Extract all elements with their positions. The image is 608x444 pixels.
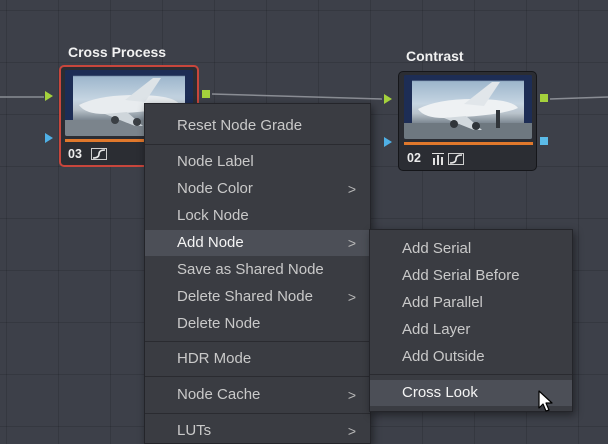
menu-item-node-color[interactable]: Node Color > [145, 176, 370, 202]
node-thumbnail [404, 75, 532, 139]
menu-item-label: Add Serial Before [402, 267, 520, 284]
curve-icon [448, 153, 464, 168]
menu-separator [145, 341, 370, 342]
node-title-cross-process: Cross Process [68, 44, 167, 60]
menu-item-label: Save as Shared Node [177, 261, 324, 278]
add-node-submenu: Add Serial Add Serial Before Add Paralle… [369, 229, 573, 412]
node-editor-canvas[interactable]: Cross Process 03 Contrast 02 Reset Node … [0, 0, 608, 444]
menu-item-hdr-mode[interactable]: HDR Mode [145, 346, 370, 372]
chevron-right-icon: > [347, 289, 356, 305]
mouse-cursor-icon [538, 390, 553, 412]
menu-item-label: Add Node [177, 234, 244, 251]
submenu-item-add-layer[interactable]: Add Layer [370, 317, 572, 343]
wire-out-of-contrast [549, 96, 608, 100]
node-output-rgb-port[interactable] [202, 90, 210, 98]
submenu-item-add-outside[interactable]: Add Outside [370, 344, 572, 370]
menu-item-label: Cross Look [402, 384, 478, 401]
menu-separator [370, 374, 572, 375]
menu-item-label: Node Color [177, 180, 253, 197]
menu-item-node-cache[interactable]: Node Cache > [145, 382, 370, 408]
menu-item-label: LUTs [177, 422, 212, 439]
menu-item-label: Add Outside [402, 348, 485, 365]
menu-item-reset-node-grade[interactable]: Reset Node Grade [145, 113, 370, 139]
node-input-key-port[interactable] [384, 137, 392, 147]
airplane-thumbnail-image [404, 75, 532, 139]
menu-separator [145, 413, 370, 414]
menu-item-label: HDR Mode [177, 350, 252, 367]
menu-item-label: Node Label [177, 153, 254, 170]
menu-separator [145, 144, 370, 145]
node-output-key-port[interactable] [540, 137, 548, 145]
menu-item-delete-shared-node[interactable]: Delete Shared Node > [145, 284, 370, 310]
chevron-right-icon: > [347, 235, 356, 251]
menu-item-delete-node[interactable]: Delete Node [145, 311, 370, 337]
menu-item-label: Lock Node [177, 207, 249, 224]
node-contrast[interactable]: 02 [398, 71, 537, 171]
node-input-rgb-port[interactable] [45, 91, 53, 101]
submenu-item-add-serial[interactable]: Add Serial [370, 236, 572, 262]
node-number: 02 [407, 151, 421, 165]
submenu-item-add-serial-before[interactable]: Add Serial Before [370, 263, 572, 289]
menu-item-label: Delete Shared Node [177, 288, 313, 305]
node-input-rgb-port[interactable] [384, 94, 392, 104]
menu-item-label: Add Layer [402, 321, 471, 338]
submenu-item-add-parallel[interactable]: Add Parallel [370, 290, 572, 316]
node-input-key-port[interactable] [45, 133, 53, 143]
menu-item-save-as-shared-node[interactable]: Save as Shared Node [145, 257, 370, 283]
wire-cross-process-to-contrast [211, 93, 383, 100]
menu-item-label: Reset Node Grade [177, 117, 303, 134]
node-progress-bar [404, 142, 533, 145]
chevron-right-icon: > [347, 181, 356, 197]
menu-item-luts[interactable]: LUTs > [145, 418, 370, 444]
node-number: 03 [68, 147, 82, 161]
menu-item-label: Add Parallel [402, 294, 483, 311]
menu-item-label: Add Serial [402, 240, 472, 257]
curve-icon [91, 148, 107, 163]
node-context-menu: Reset Node Grade Node Label Node Color > … [144, 103, 371, 444]
node-output-rgb-port[interactable] [540, 94, 548, 102]
menu-item-lock-node[interactable]: Lock Node [145, 203, 370, 229]
node-title-contrast: Contrast [406, 48, 464, 64]
levels-icon [432, 153, 446, 168]
chevron-right-icon: > [347, 423, 356, 439]
chevron-right-icon: > [347, 387, 356, 403]
menu-item-label: Node Cache [177, 386, 261, 403]
menu-item-label: Delete Node [177, 315, 261, 332]
menu-item-add-node[interactable]: Add Node > [145, 230, 370, 256]
menu-separator [145, 376, 370, 377]
menu-item-node-label[interactable]: Node Label [145, 149, 370, 175]
